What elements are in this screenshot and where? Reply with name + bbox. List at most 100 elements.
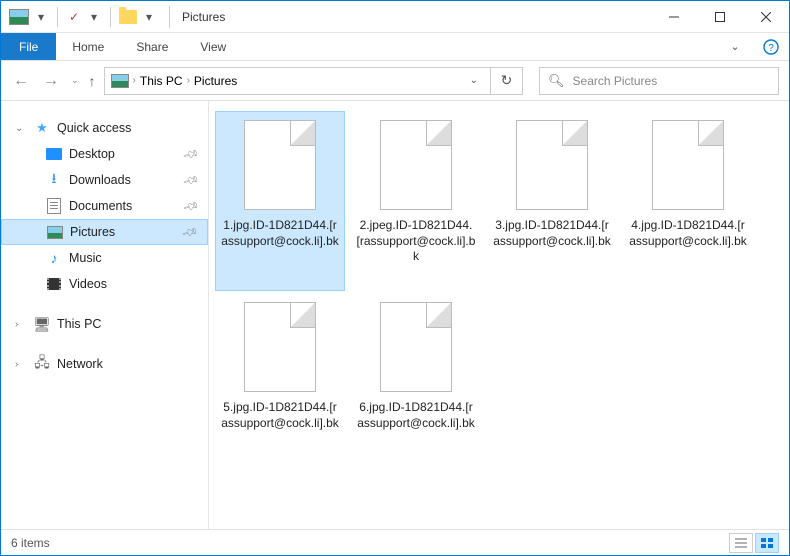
file-icon xyxy=(516,120,588,210)
file-name: 2.jpeg.ID-1D821D44.[rassupport@cock.li].… xyxy=(356,218,476,265)
maximize-icon xyxy=(715,12,725,22)
search-icon: 🔍︎ xyxy=(548,73,565,89)
file-icon xyxy=(652,120,724,210)
close-icon xyxy=(761,12,771,22)
nav-arrows: ← → ⌄ ↑ xyxy=(11,72,96,90)
up-button[interactable]: ↑ xyxy=(89,73,96,89)
file-name: 3.jpg.ID-1D821D44.[rassupport@cock.li].b… xyxy=(492,218,612,249)
search-input[interactable]: 🔍︎ Search Pictures xyxy=(539,67,779,95)
status-text: 6 items xyxy=(11,536,50,550)
breadcrumb-root[interactable]: This PC xyxy=(140,74,183,88)
file-icon xyxy=(244,120,316,210)
history-dropdown[interactable]: ⌄ xyxy=(71,75,79,86)
minimize-icon xyxy=(669,12,679,22)
file-icon xyxy=(244,302,316,392)
sidebar-item-music[interactable]: ♪ Music xyxy=(1,245,208,271)
sidebar-network[interactable]: › 🖧︎ Network xyxy=(1,351,208,377)
tab-home[interactable]: Home xyxy=(56,33,120,60)
ribbon-spacer xyxy=(242,33,717,60)
sidebar-item-label: Downloads xyxy=(69,173,131,187)
folder-icon xyxy=(119,10,137,24)
sidebar-quick-access[interactable]: ⌄ ★ Quick access xyxy=(1,115,208,141)
address-dropdown[interactable]: ⌄ xyxy=(464,75,484,86)
body: ⌄ ★ Quick access Desktop 📌︎ ⭳ Downloads … xyxy=(1,101,789,529)
statusbar: 6 items xyxy=(1,529,789,555)
qat-menu-icon[interactable]: ▾ xyxy=(141,9,157,25)
star-icon: ★ xyxy=(33,120,51,136)
refresh-button[interactable]: ↻ xyxy=(491,67,523,95)
videos-icon xyxy=(45,276,63,292)
location-icon xyxy=(111,74,129,88)
ribbon: File Home Share View ⌄ ? xyxy=(1,33,789,61)
file-item[interactable]: 3.jpg.ID-1D821D44.[rassupport@cock.li].b… xyxy=(487,111,617,291)
breadcrumb-folder[interactable]: Pictures xyxy=(194,74,237,88)
tab-view[interactable]: View xyxy=(184,33,242,60)
file-item[interactable]: 2.jpeg.ID-1D821D44.[rassupport@cock.li].… xyxy=(351,111,481,291)
search-placeholder: Search Pictures xyxy=(573,74,658,88)
qat-dropdown-icon[interactable]: ▾ xyxy=(33,9,49,25)
pin-icon: 📌︎ xyxy=(182,197,201,215)
chevron-right-icon: › xyxy=(187,75,190,86)
file-tab[interactable]: File xyxy=(1,33,56,60)
window-controls xyxy=(651,1,789,33)
sidebar-item-label: Music xyxy=(69,251,102,265)
maximize-button[interactable] xyxy=(697,1,743,33)
sidebar-item-label: Videos xyxy=(69,277,107,291)
pin-icon: 📌︎ xyxy=(181,223,200,241)
quick-access-label: Quick access xyxy=(57,121,131,135)
sidebar-this-pc[interactable]: › 🖥︎ This PC xyxy=(1,311,208,337)
caret-right-icon[interactable]: › xyxy=(15,319,27,330)
file-item[interactable]: 6.jpg.ID-1D821D44.[rassupport@cock.li].b… xyxy=(351,293,481,473)
qat-separator xyxy=(110,7,111,27)
sidebar-item-downloads[interactable]: ⭳ Downloads 📌︎ xyxy=(1,167,208,193)
close-button[interactable] xyxy=(743,1,789,33)
help-icon: ? xyxy=(763,39,779,55)
titlebar-left: ▾ ✓ ▾ ▾ Pictures xyxy=(1,6,225,28)
details-view-icon xyxy=(735,538,747,548)
sidebar-item-pictures[interactable]: Pictures 📌︎ xyxy=(1,219,208,245)
file-name: 1.jpg.ID-1D821D44.[rassupport@cock.li].b… xyxy=(220,218,340,249)
file-icon xyxy=(380,120,452,210)
qat-dropdown-icon[interactable]: ▾ xyxy=(86,9,102,25)
documents-icon xyxy=(45,198,63,214)
caret-down-icon[interactable]: ⌄ xyxy=(15,123,27,134)
window-title: Pictures xyxy=(182,10,225,24)
ribbon-toggle[interactable]: ⌄ xyxy=(717,33,753,60)
file-item[interactable]: 4.jpg.ID-1D821D44.[rassupport@cock.li].b… xyxy=(623,111,753,291)
file-name: 5.jpg.ID-1D821D44.[rassupport@cock.li].b… xyxy=(220,400,340,431)
sidebar-item-videos[interactable]: Videos xyxy=(1,271,208,297)
details-view-button[interactable] xyxy=(729,533,753,553)
address-bar[interactable]: › This PC › Pictures ⌄ xyxy=(104,67,491,95)
forward-button[interactable]: → xyxy=(41,72,61,90)
pictures-icon xyxy=(46,224,64,240)
file-item[interactable]: 1.jpg.ID-1D821D44.[rassupport@cock.li].b… xyxy=(215,111,345,291)
sidebar-item-label: Desktop xyxy=(69,147,115,161)
navbar: ← → ⌄ ↑ › This PC › Pictures ⌄ ↻ 🔍︎ Sear… xyxy=(1,61,789,101)
desktop-icon xyxy=(45,146,63,162)
sidebar-item-documents[interactable]: Documents 📌︎ xyxy=(1,193,208,219)
help-button[interactable]: ? xyxy=(753,33,789,60)
back-button[interactable]: ← xyxy=(11,72,31,90)
network-icon: 🖧︎ xyxy=(33,356,51,372)
properties-icon[interactable]: ✓ xyxy=(66,9,82,25)
svg-text:?: ? xyxy=(768,43,774,54)
file-item[interactable]: 5.jpg.ID-1D821D44.[rassupport@cock.li].b… xyxy=(215,293,345,473)
pc-icon: 🖥︎ xyxy=(33,316,51,332)
titlebar: ▾ ✓ ▾ ▾ Pictures xyxy=(1,1,789,33)
sidebar: ⌄ ★ Quick access Desktop 📌︎ ⭳ Downloads … xyxy=(1,101,209,529)
file-name: 4.jpg.ID-1D821D44.[rassupport@cock.li].b… xyxy=(628,218,748,249)
icons-view-icon xyxy=(761,538,773,548)
content-pane[interactable]: 1.jpg.ID-1D821D44.[rassupport@cock.li].b… xyxy=(209,101,789,529)
minimize-button[interactable] xyxy=(651,1,697,33)
view-switcher xyxy=(729,533,779,553)
chevron-right-icon: › xyxy=(133,75,136,86)
downloads-icon: ⭳ xyxy=(45,172,63,188)
tab-share[interactable]: Share xyxy=(120,33,184,60)
explorer-icon xyxy=(9,9,29,25)
tree-gap xyxy=(1,297,208,311)
icons-view-button[interactable] xyxy=(755,533,779,553)
file-icon xyxy=(380,302,452,392)
caret-right-icon[interactable]: › xyxy=(15,359,27,370)
sidebar-item-desktop[interactable]: Desktop 📌︎ xyxy=(1,141,208,167)
sidebar-item-label: Pictures xyxy=(70,225,115,239)
